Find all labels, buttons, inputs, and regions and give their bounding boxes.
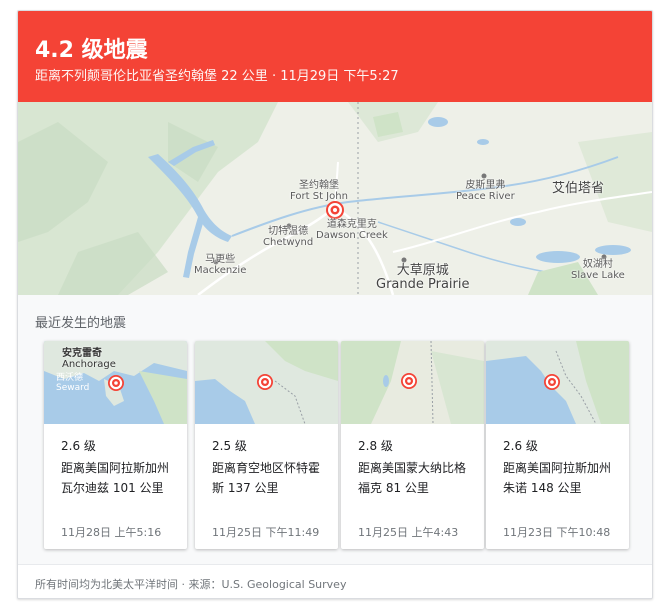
recent-earthquake-card[interactable]: 2.8 级 距离美国蒙大纳比格福克 81 公里 11月25日 上午4:43: [341, 341, 484, 549]
map-label-mackenzie: 马更些 Mackenzie: [194, 254, 247, 276]
recent-magnitude: 2.8 级: [358, 439, 393, 453]
map-label-alberta: 艾伯塔省: [552, 181, 605, 196]
thumb-label-anchorage-zh: 安克雷奇: [62, 348, 102, 359]
recent-location: 距离美国阿拉斯加州瓦尔迪兹 101 公里: [61, 461, 170, 495]
earthquake-marker-icon: [544, 374, 560, 390]
recent-magnitude: 2.5 级: [212, 439, 247, 453]
card-footer: 所有时间均为北美太平洋时间 · 来源：U.S. Geological Surve…: [18, 564, 652, 598]
earthquake-marker-icon: [108, 375, 124, 391]
earthquake-card: 4.2 级地震 距离不列颠哥伦比亚省圣约翰堡 22 公里 · 11月29日 下午…: [17, 10, 653, 599]
recent-earthquakes-title: 最近发生的地震: [35, 316, 127, 331]
recent-earthquake-map: 安克雷奇 Anchorage 西沃德 Seward: [44, 341, 187, 424]
earthquake-subtitle: 距离不列颠哥伦比亚省圣约翰堡 22 公里 · 11月29日 下午5:27: [35, 69, 399, 84]
recent-date: 11月25日 上午4:43: [358, 526, 459, 539]
recent-earthquake-card[interactable]: 安克雷奇 Anchorage 西沃德 Seward 2.6 级 距离美国阿拉斯加…: [44, 341, 187, 549]
recent-earthquake-map: [341, 341, 484, 424]
recent-earthquake-map: [195, 341, 338, 424]
earthquake-marker-icon[interactable]: [326, 201, 344, 219]
map-label-slave-lake: 奴湖村 Slave Lake: [571, 259, 625, 281]
earthquake-title: 4.2 级地震: [35, 38, 148, 63]
recent-earthquake-card[interactable]: 2.6 级 距离美国阿拉斯加州朱诺 148 公里 11月23日 下午10:48: [486, 341, 629, 549]
earthquake-map[interactable]: 圣约翰堡 Fort St John 道森克里克 Dawson Creek 切特温…: [18, 102, 652, 295]
recent-location: 距离育空地区怀特霍斯 137 公里: [212, 461, 321, 495]
map-label-peace-river: 皮斯里弗 Peace River: [456, 180, 515, 202]
thumb-label-seward-en: Seward: [56, 383, 90, 393]
recent-earthquake-card[interactable]: 2.5 级 距离育空地区怀特霍斯 137 公里 11月25日 下午11:49: [195, 341, 338, 549]
recent-magnitude: 2.6 级: [61, 439, 96, 453]
earthquake-header[interactable]: 4.2 级地震 距离不列颠哥伦比亚省圣约翰堡 22 公里 · 11月29日 下午…: [18, 11, 652, 102]
map-label-dawson-creek: 道森克里克 Dawson Creek: [316, 219, 388, 241]
recent-date: 11月25日 下午11:49: [212, 526, 320, 539]
earthquake-marker-icon: [257, 374, 273, 390]
recent-location: 距离美国蒙大纳比格福克 81 公里: [358, 461, 467, 495]
thumb-label-seward-zh: 西沃德: [56, 373, 84, 383]
map-label-chetwynd: 切特温德 Chetwynd: [263, 226, 314, 248]
recent-location: 距离美国阿拉斯加州朱诺 148 公里: [503, 461, 612, 495]
footer-note: 所有时间均为北美太平洋时间 · 来源：U.S. Geological Surve…: [35, 578, 347, 591]
recent-date: 11月23日 下午10:48: [503, 526, 611, 539]
map-label-fort-st-john: 圣约翰堡 Fort St John: [290, 180, 348, 202]
recent-date: 11月28日 上午5:16: [61, 526, 162, 539]
recent-magnitude: 2.6 级: [503, 439, 538, 453]
thumb-label-anchorage-en: Anchorage: [62, 359, 116, 370]
recent-earthquake-map: [486, 341, 629, 424]
earthquake-marker-icon: [401, 373, 417, 389]
map-label-grande-prairie: 大草原城 Grande Prairie: [376, 263, 470, 292]
